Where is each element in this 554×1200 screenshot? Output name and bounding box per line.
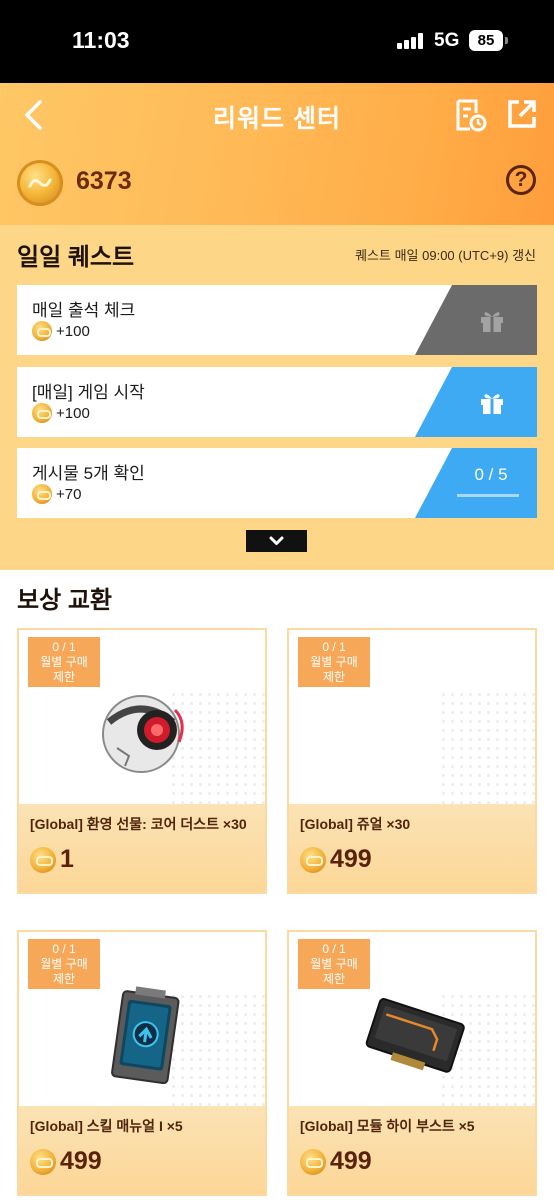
help-button[interactable]: ? — [506, 165, 536, 195]
quest-claimed-button[interactable] — [415, 285, 537, 355]
product-price: 1 — [30, 845, 74, 873]
product-price: 499 — [300, 845, 372, 873]
section-title-quests: 일일 퀘스트 — [17, 244, 135, 271]
limit-count: 0 / 1 — [52, 640, 76, 654]
core-dust-image — [102, 695, 184, 773]
product-footer: [Global] 모듈 하이 부스트 ×5 499 — [289, 1106, 535, 1194]
coin-icon — [300, 846, 326, 873]
quest-progress: 0 / 5 — [415, 448, 537, 518]
quest-reward: +100 — [32, 403, 90, 423]
price-value: 1 — [60, 845, 74, 873]
limit-label: 월별 구매 — [40, 957, 88, 971]
signal-icon — [397, 33, 427, 49]
history-icon — [456, 99, 487, 132]
product-footer: [Global] 쥬얼 ×30 499 — [289, 804, 535, 892]
product-card[interactable]: 0 / 1 월별 구매 제한 [Global] 환영 선물: 코어 더스트 ×3… — [17, 628, 267, 894]
coin-icon — [32, 403, 52, 423]
price-value: 499 — [330, 845, 372, 873]
product-price: 499 — [300, 1147, 372, 1175]
quest-name: [매일] 게임 시작 — [32, 383, 145, 402]
limit-label: 월별 구매 — [310, 655, 358, 669]
product-card[interactable]: 0 / 1 월별 구매 제한 [Global] 모듈 하이 부스트 ×5 499 — [287, 930, 537, 1196]
limit-count: 0 / 1 — [322, 942, 346, 956]
product-card[interactable]: 0 / 1 월별 구매 제한 [Global] 쥬얼 ×30 499 — [287, 628, 537, 894]
quest-reward: +100 — [32, 321, 90, 341]
quest-name: 매일 출석 체크 — [32, 301, 136, 320]
quest-reward-amount: +100 — [56, 404, 90, 422]
battery-icon: 85 — [469, 30, 503, 51]
quest-claim-button[interactable] — [415, 367, 537, 437]
network-type: 5G — [434, 30, 460, 51]
dot-pattern — [439, 690, 535, 810]
product-price: 499 — [30, 1147, 102, 1175]
status-bar: 11:03 5G 85 — [0, 0, 554, 83]
product-name: [Global] 쥬얼 ×30 — [300, 816, 411, 832]
purchase-limit-badge: 0 / 1 월별 구매 제한 — [298, 939, 370, 989]
quest-item: [매일] 게임 시작 +100 — [17, 367, 537, 437]
question-icon: ? — [514, 168, 528, 191]
chevron-down-icon — [269, 536, 284, 545]
product-name: [Global] 모듈 하이 부스트 ×5 — [300, 1118, 475, 1134]
history-button[interactable] — [455, 98, 487, 132]
quest-reset-note: 퀘스트 매일 09:00 (UTC+9) 갱신 — [355, 248, 536, 263]
price-value: 499 — [330, 1147, 372, 1175]
module-chip-image — [365, 998, 465, 1073]
quest-item: 게시물 5개 확인 +70 0 / 5 — [17, 448, 537, 518]
limit-count: 0 / 1 — [322, 640, 346, 654]
limit-label-2: 제한 — [322, 670, 346, 684]
quest-progress-bar — [457, 494, 519, 497]
battery-tip — [505, 37, 508, 44]
limit-count: 0 / 1 — [52, 942, 76, 956]
coin-icon — [32, 321, 52, 341]
limit-label: 월별 구매 — [40, 655, 88, 669]
coin-icon — [30, 1148, 56, 1175]
quest-item: 매일 출석 체크 +100 — [17, 285, 537, 355]
daily-quest-panel: 일일 퀘스트 퀘스트 매일 09:00 (UTC+9) 갱신 매일 출석 체크 … — [0, 225, 554, 570]
external-link-button[interactable] — [506, 98, 538, 130]
status-time: 11:03 — [72, 27, 130, 53]
limit-label: 월별 구매 — [310, 957, 358, 971]
gift-icon — [481, 312, 503, 332]
quest-reward-amount: +70 — [56, 485, 82, 503]
external-link-icon — [508, 100, 536, 128]
quest-progress-text: 0 / 5 — [474, 465, 508, 484]
purchase-limit-badge: 0 / 1 월별 구매 제한 — [28, 637, 100, 687]
product-name: [Global] 스킬 매뉴얼 I ×5 — [30, 1118, 183, 1134]
expand-quests-button[interactable] — [246, 530, 307, 552]
gift-icon — [481, 394, 503, 414]
purchase-limit-badge: 0 / 1 월별 구매 제한 — [28, 939, 100, 989]
coin-icon — [30, 846, 56, 873]
product-footer: [Global] 환영 선물: 코어 더스트 ×30 1 — [19, 804, 265, 892]
product-name: [Global] 환영 선물: 코어 더스트 ×30 — [30, 816, 247, 832]
quest-reward-amount: +100 — [56, 322, 90, 340]
product-footer: [Global] 스킬 매뉴얼 I ×5 499 — [19, 1106, 265, 1194]
skill-manual-image — [111, 986, 180, 1084]
purchase-limit-badge: 0 / 1 월별 구매 제한 — [298, 637, 370, 687]
coin-icon — [300, 1148, 326, 1175]
header: 리워드 센터 6373 ? — [0, 83, 554, 225]
coin-balance: 6373 — [76, 167, 132, 195]
price-value: 499 — [60, 1147, 102, 1175]
coin-icon — [32, 484, 52, 504]
section-title-exchange: 보상 교환 — [17, 587, 112, 614]
product-card[interactable]: 0 / 1 월별 구매 제한 [Global] 스킬 매뉴얼 I ×5 499 — [17, 930, 267, 1196]
coin-icon — [17, 160, 63, 206]
quest-reward: +70 — [32, 484, 81, 504]
quest-name: 게시물 5개 확인 — [32, 464, 145, 483]
